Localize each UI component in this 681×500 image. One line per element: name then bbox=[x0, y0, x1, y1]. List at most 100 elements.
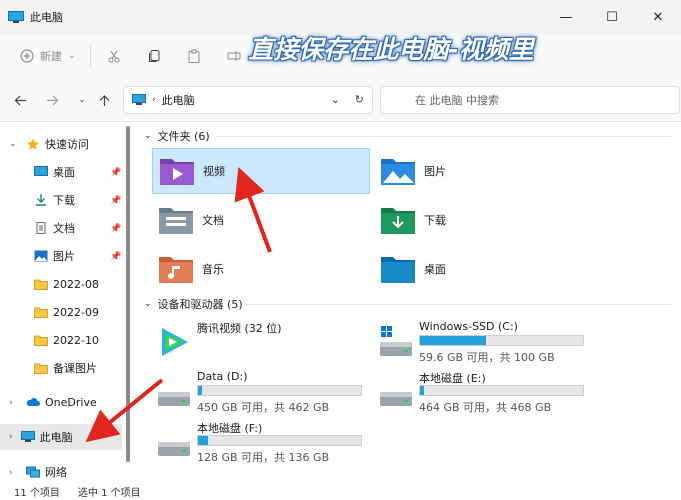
chevron-down-icon: ⌄ bbox=[78, 95, 86, 105]
breadcrumb[interactable]: 此电脑 bbox=[162, 92, 195, 108]
folder-icon bbox=[34, 307, 48, 318]
sidebar-item-label: 桌面 bbox=[53, 166, 75, 179]
drive-c[interactable]: Windows-SSD (C:) 59.6 GB 可用，共 100 GB bbox=[374, 318, 592, 368]
address-field[interactable]: › 此电脑 ⌄ ↻ bbox=[123, 86, 373, 114]
folder-label: 音乐 bbox=[202, 263, 224, 276]
chevron-right-icon[interactable]: › bbox=[9, 398, 13, 408]
folder-label: 桌面 bbox=[424, 263, 446, 276]
folder-pictures[interactable]: 图片 bbox=[374, 148, 592, 194]
recent-dropdown[interactable]: ⌄ bbox=[72, 90, 92, 110]
chevron-down-icon[interactable]: ⌄ bbox=[9, 139, 17, 149]
downloads-folder-icon bbox=[381, 208, 415, 234]
sidebar-item-pictures[interactable]: 图片 bbox=[34, 244, 75, 268]
chevron-down-icon[interactable]: ⌄ bbox=[331, 93, 340, 106]
sidebar-item-downloads[interactable]: 下载 bbox=[34, 188, 75, 212]
cut-button[interactable] bbox=[107, 49, 121, 63]
windows-drive-icon bbox=[380, 326, 412, 356]
drive-icon bbox=[158, 442, 190, 456]
pin-icon[interactable]: 📌 bbox=[110, 168, 121, 178]
group-divider bbox=[216, 136, 671, 137]
folder-icon bbox=[34, 279, 48, 290]
star-icon bbox=[27, 138, 39, 150]
sidebar-item-2022-09[interactable]: 2022-09 bbox=[34, 300, 99, 324]
sidebar-item-label: 网络 bbox=[45, 466, 67, 479]
address-bar: ⌄ › 此电脑 ⌄ ↻ 在 此电脑 中搜索 bbox=[0, 78, 681, 122]
rename-button[interactable] bbox=[227, 49, 241, 63]
sidebar-item-this-pc[interactable]: › 此电脑 bbox=[0, 424, 122, 450]
folders-group-header[interactable]: ⌄ 文件夹 (6) bbox=[144, 128, 210, 144]
forward-button[interactable] bbox=[42, 90, 62, 110]
drive-d[interactable]: Data (D:) 450 GB 可用，共 462 GB bbox=[152, 368, 370, 418]
pin-icon[interactable]: 📌 bbox=[110, 224, 121, 234]
drive-f[interactable]: 本地磁盘 (F:) 128 GB 可用，共 136 GB bbox=[152, 418, 370, 468]
folder-music[interactable]: 音乐 bbox=[152, 246, 370, 292]
drive-tencent-video[interactable]: 腾讯视频 (32 位) bbox=[152, 318, 370, 368]
scissors-icon bbox=[108, 50, 120, 63]
drive-usage-bar bbox=[197, 385, 362, 396]
drive-name: 本地磁盘 (F:) bbox=[197, 422, 263, 435]
tencent-video-icon bbox=[162, 328, 188, 356]
folder-downloads[interactable]: 下载 bbox=[374, 197, 592, 243]
sidebar-item-label: 备课图片 bbox=[53, 362, 97, 375]
chevron-right-icon[interactable]: › bbox=[9, 468, 13, 478]
new-label: 新建 bbox=[40, 50, 62, 63]
arrow-right-icon bbox=[46, 95, 58, 105]
refresh-icon[interactable]: ↻ bbox=[355, 93, 364, 106]
sidebar-item-label: OneDrive bbox=[45, 395, 97, 409]
drive-free-space: 59.6 GB 可用，共 100 GB bbox=[419, 351, 555, 364]
pin-icon[interactable]: 📌 bbox=[110, 196, 121, 206]
folder-desktop[interactable]: 桌面 bbox=[374, 246, 592, 292]
sidebar-item-onedrive[interactable]: OneDrive bbox=[26, 390, 97, 414]
sidebar-item-lesson-pictures[interactable]: 备课图片 bbox=[34, 356, 97, 380]
copy-button[interactable] bbox=[147, 49, 161, 63]
window-title: 此电脑 bbox=[30, 11, 63, 24]
drive-e[interactable]: 本地磁盘 (E:) 464 GB 可用，共 468 GB bbox=[374, 368, 592, 418]
new-button[interactable]: 新建 ⌄ bbox=[20, 48, 76, 64]
rename-icon bbox=[227, 51, 241, 61]
sidebar-item-2022-10[interactable]: 2022-10 bbox=[34, 328, 99, 352]
arrow-left-icon bbox=[14, 95, 26, 105]
desktop-folder-icon bbox=[381, 257, 415, 283]
arrow-up-icon bbox=[99, 94, 109, 106]
drive-free-space: 450 GB 可用，共 462 GB bbox=[197, 401, 330, 414]
title-bar: 此电脑 — ☐ ✕ bbox=[0, 0, 681, 34]
search-input[interactable]: 在 此电脑 中搜索 bbox=[380, 86, 680, 114]
sidebar-item-label: 下载 bbox=[53, 194, 75, 207]
drive-usage-bar bbox=[419, 385, 584, 396]
drive-usage-bar bbox=[197, 435, 362, 446]
copy-icon bbox=[148, 50, 160, 62]
minimize-button[interactable]: — bbox=[543, 0, 589, 34]
sidebar-scrollbar[interactable] bbox=[126, 126, 130, 462]
sidebar-item-2022-08[interactable]: 2022-08 bbox=[34, 272, 99, 296]
sidebar-item-network[interactable]: 网络 bbox=[26, 460, 67, 484]
item-count: 11 个项目 bbox=[14, 487, 60, 499]
drive-free-space: 128 GB 可用，共 136 GB bbox=[197, 451, 330, 464]
sidebar-item-desktop[interactable]: 桌面 bbox=[34, 160, 122, 184]
chevron-down-icon: ⌄ bbox=[144, 131, 152, 141]
folders-group-title: 文件夹 (6) bbox=[157, 130, 210, 143]
close-button[interactable]: ✕ bbox=[635, 0, 681, 34]
sidebar-item-quick-access[interactable]: 快速访问 bbox=[26, 132, 89, 156]
sidebar-item-documents[interactable]: 文档 bbox=[34, 216, 75, 240]
sidebar-item-label: 文档 bbox=[53, 222, 75, 235]
sidebar-item-label: 快速访问 bbox=[45, 138, 89, 151]
content-pane: ⌄ 文件夹 (6) 视频 图片 文档 下载 音乐 桌面 ⌄ 设备和驱动器 (5)… bbox=[134, 122, 681, 482]
drive-name: 腾讯视频 (32 位) bbox=[197, 322, 282, 335]
pin-icon[interactable]: 📌 bbox=[110, 252, 121, 262]
up-button[interactable] bbox=[94, 90, 114, 110]
folder-icon bbox=[34, 363, 48, 374]
sidebar-item-label: 2022-08 bbox=[53, 277, 99, 291]
drive-icon bbox=[380, 392, 412, 406]
search-placeholder: 在 此电脑 中搜索 bbox=[415, 94, 499, 107]
chevron-right-icon: › bbox=[152, 95, 156, 105]
folder-documents[interactable]: 文档 bbox=[152, 197, 370, 243]
pictures-folder-icon bbox=[381, 159, 415, 185]
paste-button[interactable] bbox=[187, 49, 201, 63]
computer-icon bbox=[132, 94, 146, 105]
folder-videos[interactable]: 视频 bbox=[152, 148, 370, 194]
chevron-right-icon: › bbox=[9, 432, 13, 442]
back-button[interactable] bbox=[10, 90, 30, 110]
drives-group-header[interactable]: ⌄ 设备和驱动器 (5) bbox=[144, 296, 243, 312]
maximize-button[interactable]: ☐ bbox=[589, 0, 635, 34]
drive-name: Data (D:) bbox=[197, 370, 248, 383]
